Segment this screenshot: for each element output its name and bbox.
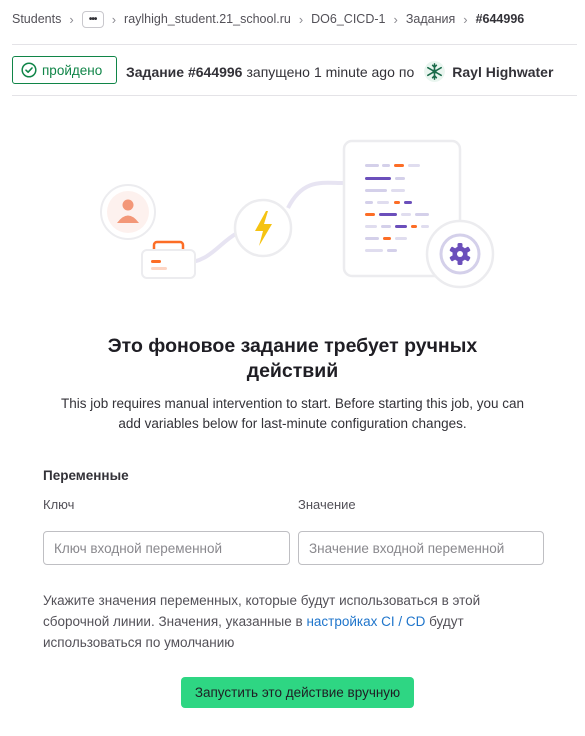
empty-state-description: This job requires manual intervention to… <box>61 396 524 431</box>
run-job-manually-button[interactable]: Запустить это действие вручную <box>181 677 414 708</box>
key-label: Ключ <box>43 497 75 512</box>
person-icon <box>100 184 156 240</box>
lightning-bolt-icon <box>233 198 293 258</box>
job-by-text: по <box>398 63 415 80</box>
chevron-right-icon: › <box>69 11 74 27</box>
user-name-link[interactable]: Rayl Highwater <box>452 64 553 80</box>
job-title: Задание #644996 <box>126 63 243 80</box>
breadcrumb-project[interactable]: raylhigh_student.21_school.ru <box>124 12 291 26</box>
status-badge[interactable]: пройдено <box>12 56 117 84</box>
status-text: пройдено <box>42 62 103 78</box>
breadcrumb-ellipsis-button[interactable]: ••• <box>81 10 104 28</box>
job-time-ago: 1 minute ago <box>313 63 395 80</box>
breadcrumb-current-job[interactable]: #644996 <box>476 12 525 26</box>
chevron-right-icon: › <box>463 11 468 27</box>
job-header: пройдено Задание #644996 запущено 1 minu… <box>12 44 577 96</box>
breadcrumb-repo[interactable]: DO6_CICD-1 <box>311 12 385 26</box>
breadcrumb-jobs[interactable]: Задания <box>406 12 455 26</box>
job-started-text: запущено <box>246 63 310 80</box>
variables-section-title: Переменные <box>43 468 129 483</box>
job-info: Задание #644996 запущено 1 minute ago по… <box>126 61 553 82</box>
breadcrumb-students[interactable]: Students <box>12 12 61 26</box>
variables-help-text: Укажите значения переменных, которые буд… <box>43 590 523 653</box>
empty-state-title: Это фоновое задание требует ручных дейст… <box>107 335 478 382</box>
value-label: Значение <box>298 497 356 512</box>
breadcrumb: Students › ••• › raylhigh_student.21_sch… <box>12 9 524 29</box>
chevron-right-icon: › <box>298 11 304 27</box>
check-circle-icon <box>21 62 37 78</box>
chevron-right-icon: › <box>111 11 117 27</box>
gear-icon <box>425 219 495 289</box>
variable-key-input[interactable] <box>43 531 290 565</box>
manual-job-illustration <box>100 139 495 289</box>
ci-cd-settings-link[interactable]: настройках CI / CD <box>306 614 425 629</box>
variable-value-input[interactable] <box>298 531 544 565</box>
chevron-right-icon: › <box>393 11 398 27</box>
snowflake-avatar-icon[interactable] <box>424 61 446 82</box>
